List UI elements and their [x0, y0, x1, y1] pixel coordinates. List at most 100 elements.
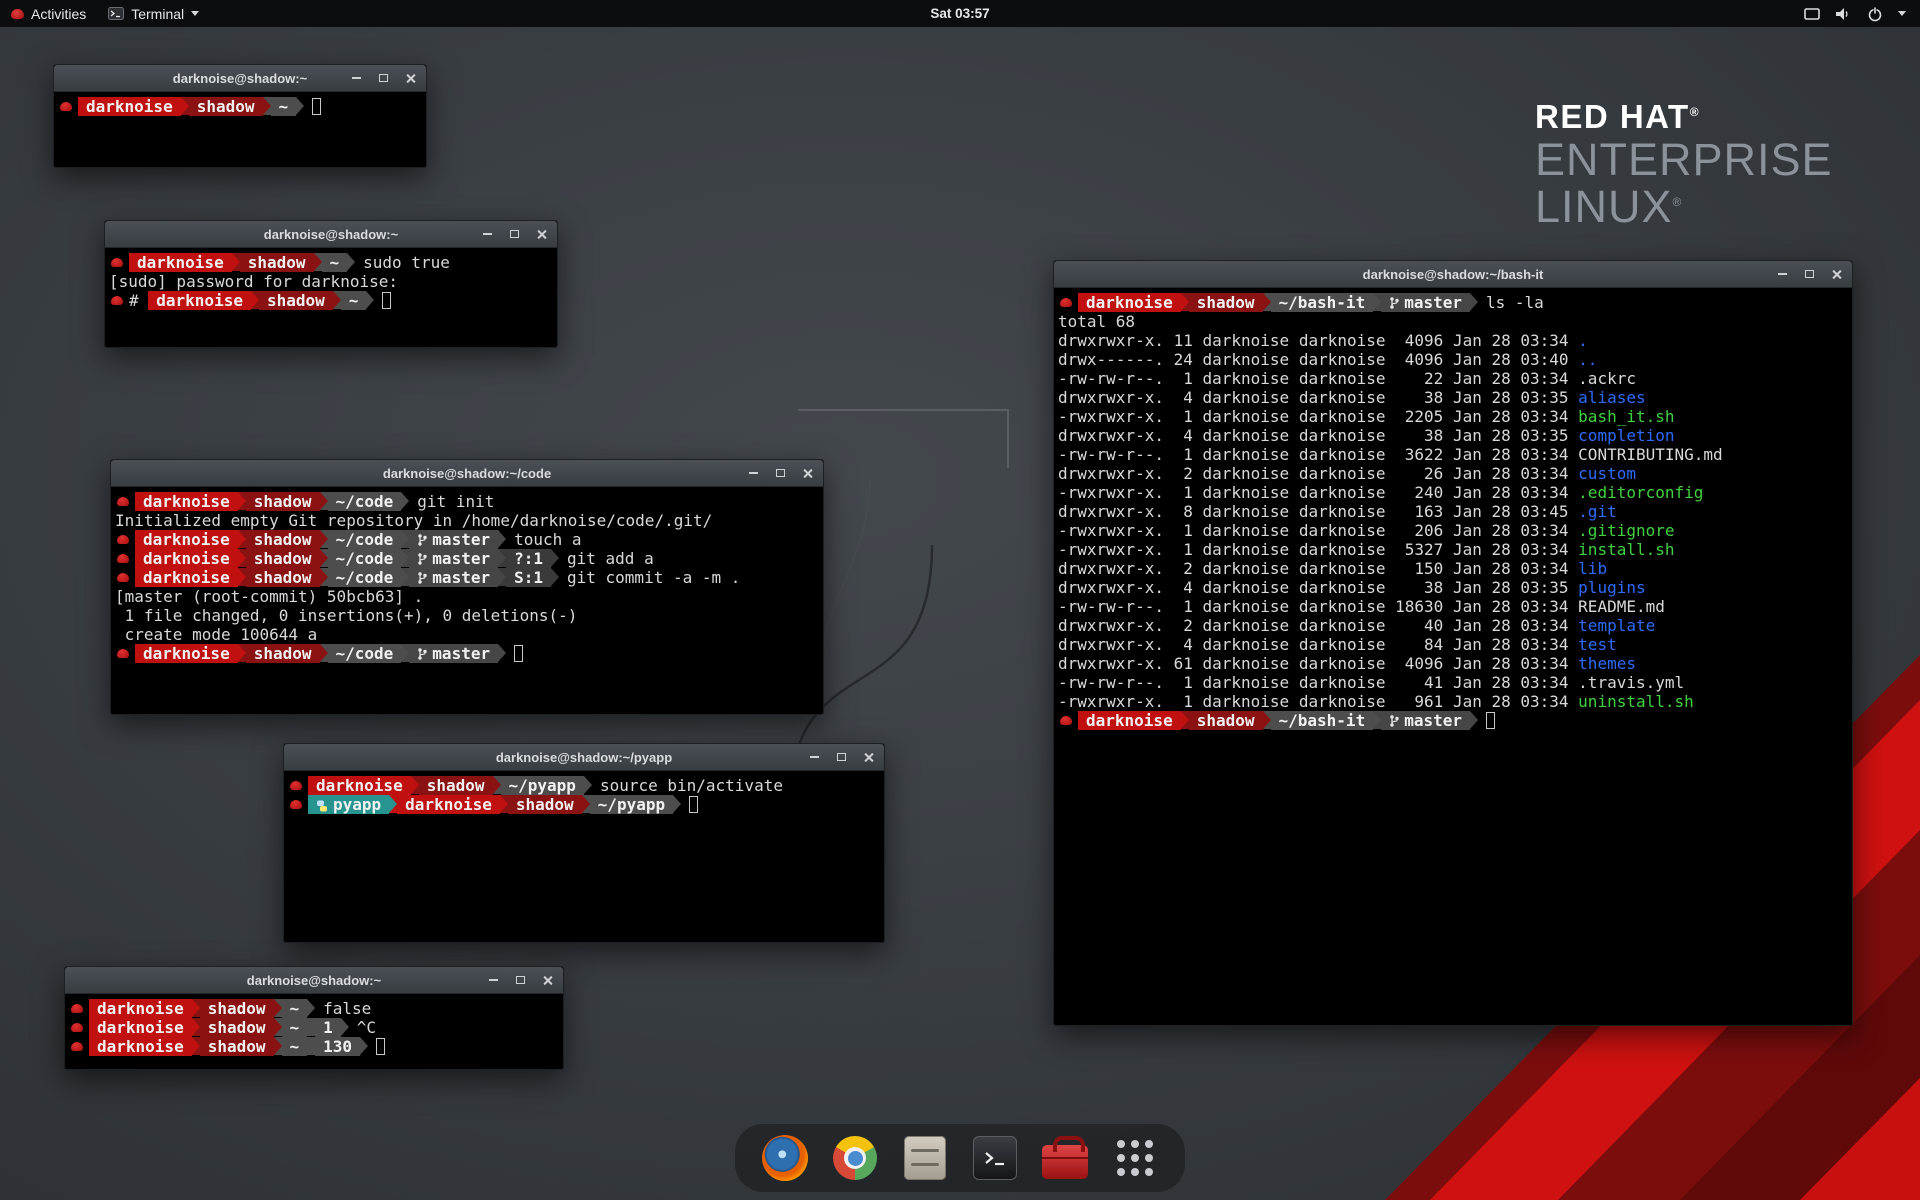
powerline-arrow-icon: [1181, 711, 1189, 729]
terminal-window: darknoise@shadow:~/codedarknoiseshadow~/…: [110, 459, 824, 715]
minimize-button-icon: [489, 979, 498, 981]
maximize-button-icon: [516, 976, 525, 984]
minimize-button[interactable]: [746, 466, 760, 480]
toolbox-launcher[interactable]: [1041, 1134, 1089, 1182]
close-button[interactable]: [403, 71, 417, 85]
powerline-arrow-icon: [274, 1018, 282, 1036]
terminal-content[interactable]: darknoiseshadow~/bash-itmasterls -latota…: [1054, 288, 1852, 1026]
prompt-segment: shadow: [1189, 711, 1263, 730]
window-titlebar[interactable]: darknoise@shadow:~/bash-it: [1054, 261, 1852, 288]
clock[interactable]: Sat 03:57: [930, 6, 989, 21]
close-button[interactable]: [800, 466, 814, 480]
terminal-line: darknoiseshadow~130: [69, 1037, 559, 1056]
output-text: uninstall.sh: [1578, 692, 1694, 711]
output-text: plugins: [1578, 578, 1645, 597]
powerline-arrow-icon: [493, 776, 501, 794]
powerline-arrow-icon: [238, 549, 246, 567]
prompt-segment: darknoise: [148, 291, 251, 310]
minimize-button[interactable]: [486, 973, 500, 987]
powerline-arrow-icon: [296, 97, 304, 115]
maximize-button-icon: [837, 753, 846, 761]
prompt-distro-icon: [71, 1023, 83, 1032]
powerline-arrow-icon: [1263, 711, 1271, 729]
maximize-button[interactable]: [1802, 267, 1816, 281]
terminal-content[interactable]: darknoiseshadow~sudo true[sudo] password…: [105, 248, 557, 348]
prompt-segment: ~/pyapp: [590, 795, 673, 814]
maximize-button[interactable]: [376, 71, 390, 85]
maximize-button[interactable]: [513, 973, 527, 987]
system-status-area[interactable]: [1804, 0, 1920, 27]
terminal-cursor: [312, 98, 321, 115]
prompt-segment: shadow: [508, 795, 582, 814]
powerline-arrow-icon: [401, 644, 409, 662]
minimize-button[interactable]: [807, 750, 821, 764]
close-button[interactable]: [861, 750, 875, 764]
prompt-distro-icon: [117, 535, 129, 544]
terminal-content[interactable]: darknoiseshadow~/pyappsource bin/activat…: [284, 771, 884, 943]
window-titlebar[interactable]: darknoise@shadow:~: [65, 967, 563, 994]
terminal-line: drwx------. 24 darknoise darknoise 4096 …: [1058, 350, 1848, 369]
chrome-launcher[interactable]: [831, 1134, 879, 1182]
maximize-button[interactable]: [834, 750, 848, 764]
terminal-launcher[interactable]: [971, 1134, 1019, 1182]
files-launcher[interactable]: [901, 1134, 949, 1182]
files-icon: [904, 1136, 946, 1180]
prompt-segment: master: [409, 530, 498, 549]
prompt-segment: 130: [315, 1037, 360, 1056]
powerline-arrow-icon: [307, 1037, 315, 1055]
terminal-window: darknoise@shadow:~/pyapp darknoise shadow ~…: [283, 743, 885, 943]
app-menu-button[interactable]: Terminal: [97, 0, 210, 27]
output-text: [master (root-commit) 50bcb63] .: [115, 587, 423, 606]
terminal-content[interactable]: darknoiseshadow~/codegit initInitialized…: [111, 487, 823, 715]
terminal-line: drwxrwxr-x. 4 darknoise darknoise 84 Jan…: [1058, 635, 1848, 654]
close-button[interactable]: [540, 973, 554, 987]
window-titlebar[interactable]: darknoise@shadow:~/code: [111, 460, 823, 487]
terminal-line: darknoiseshadow~false: [69, 999, 559, 1018]
minimize-button-icon: [810, 756, 819, 758]
powerline-arrow-icon: [551, 568, 559, 586]
output-text: .git: [1578, 502, 1617, 521]
command-text: git init: [409, 492, 494, 511]
output-text: .editorconfig: [1578, 483, 1703, 502]
terminal-line: -rw-rw-r--. 1 darknoise darknoise 18630 …: [1058, 597, 1848, 616]
terminal-line: create mode 100644 a: [115, 625, 819, 644]
toolbox-icon: [1042, 1145, 1088, 1179]
app-grid-icon: [1117, 1140, 1153, 1176]
terminal-line: [master (root-commit) 50bcb63] .: [115, 587, 819, 606]
prompt-segment: shadow: [246, 568, 320, 587]
powerline-arrow-icon: [341, 1018, 349, 1036]
maximize-button[interactable]: [773, 466, 787, 480]
prompt-distro-icon: [60, 102, 72, 111]
powerline-arrow-icon: [360, 1037, 368, 1055]
prompt-segment: S:1: [506, 568, 551, 587]
output-text: drwx------. 24 darknoise darknoise 4096 …: [1058, 350, 1578, 369]
window-titlebar[interactable]: darknoise@shadow:~: [54, 65, 426, 92]
activities-button[interactable]: Activities: [0, 0, 97, 27]
show-applications-button[interactable]: [1111, 1134, 1159, 1182]
output-text: -rwxrwxr-x. 1 darknoise darknoise 240 Ja…: [1058, 483, 1578, 502]
powerline-arrow-icon: [1373, 293, 1381, 311]
window-titlebar[interactable]: darknoise@shadow:~: [105, 221, 557, 248]
prompt-segment: ~/bash-it: [1271, 711, 1374, 730]
minimize-button[interactable]: [1775, 267, 1789, 281]
output-text: install.sh: [1578, 540, 1674, 559]
output-text: README.md: [1578, 597, 1665, 616]
window-title: darknoise@shadow:~/pyapp: [496, 750, 672, 765]
powerline-arrow-icon: [347, 253, 355, 271]
terminal-cursor: [376, 1038, 385, 1055]
prompt-distro-icon: [117, 554, 129, 563]
terminal-content[interactable]: darknoiseshadow~falsedarknoiseshadow~1^C…: [65, 994, 563, 1070]
prompt-segment: darknoise: [308, 776, 411, 795]
firefox-launcher[interactable]: [761, 1134, 809, 1182]
terminal-line: -rwxrwxr-x. 1 darknoise darknoise 206 Ja…: [1058, 521, 1848, 540]
minimize-button-icon: [1778, 273, 1787, 275]
close-button[interactable]: [1829, 267, 1843, 281]
close-button[interactable]: [534, 227, 548, 241]
prompt-distro-icon: [111, 258, 123, 267]
redhat-logo-icon: [11, 9, 24, 19]
minimize-button[interactable]: [480, 227, 494, 241]
window-titlebar[interactable]: darknoise@shadow:~/pyapp: [284, 744, 884, 771]
minimize-button[interactable]: [349, 71, 363, 85]
terminal-content[interactable]: darknoiseshadow~: [54, 92, 426, 168]
maximize-button[interactable]: [507, 227, 521, 241]
